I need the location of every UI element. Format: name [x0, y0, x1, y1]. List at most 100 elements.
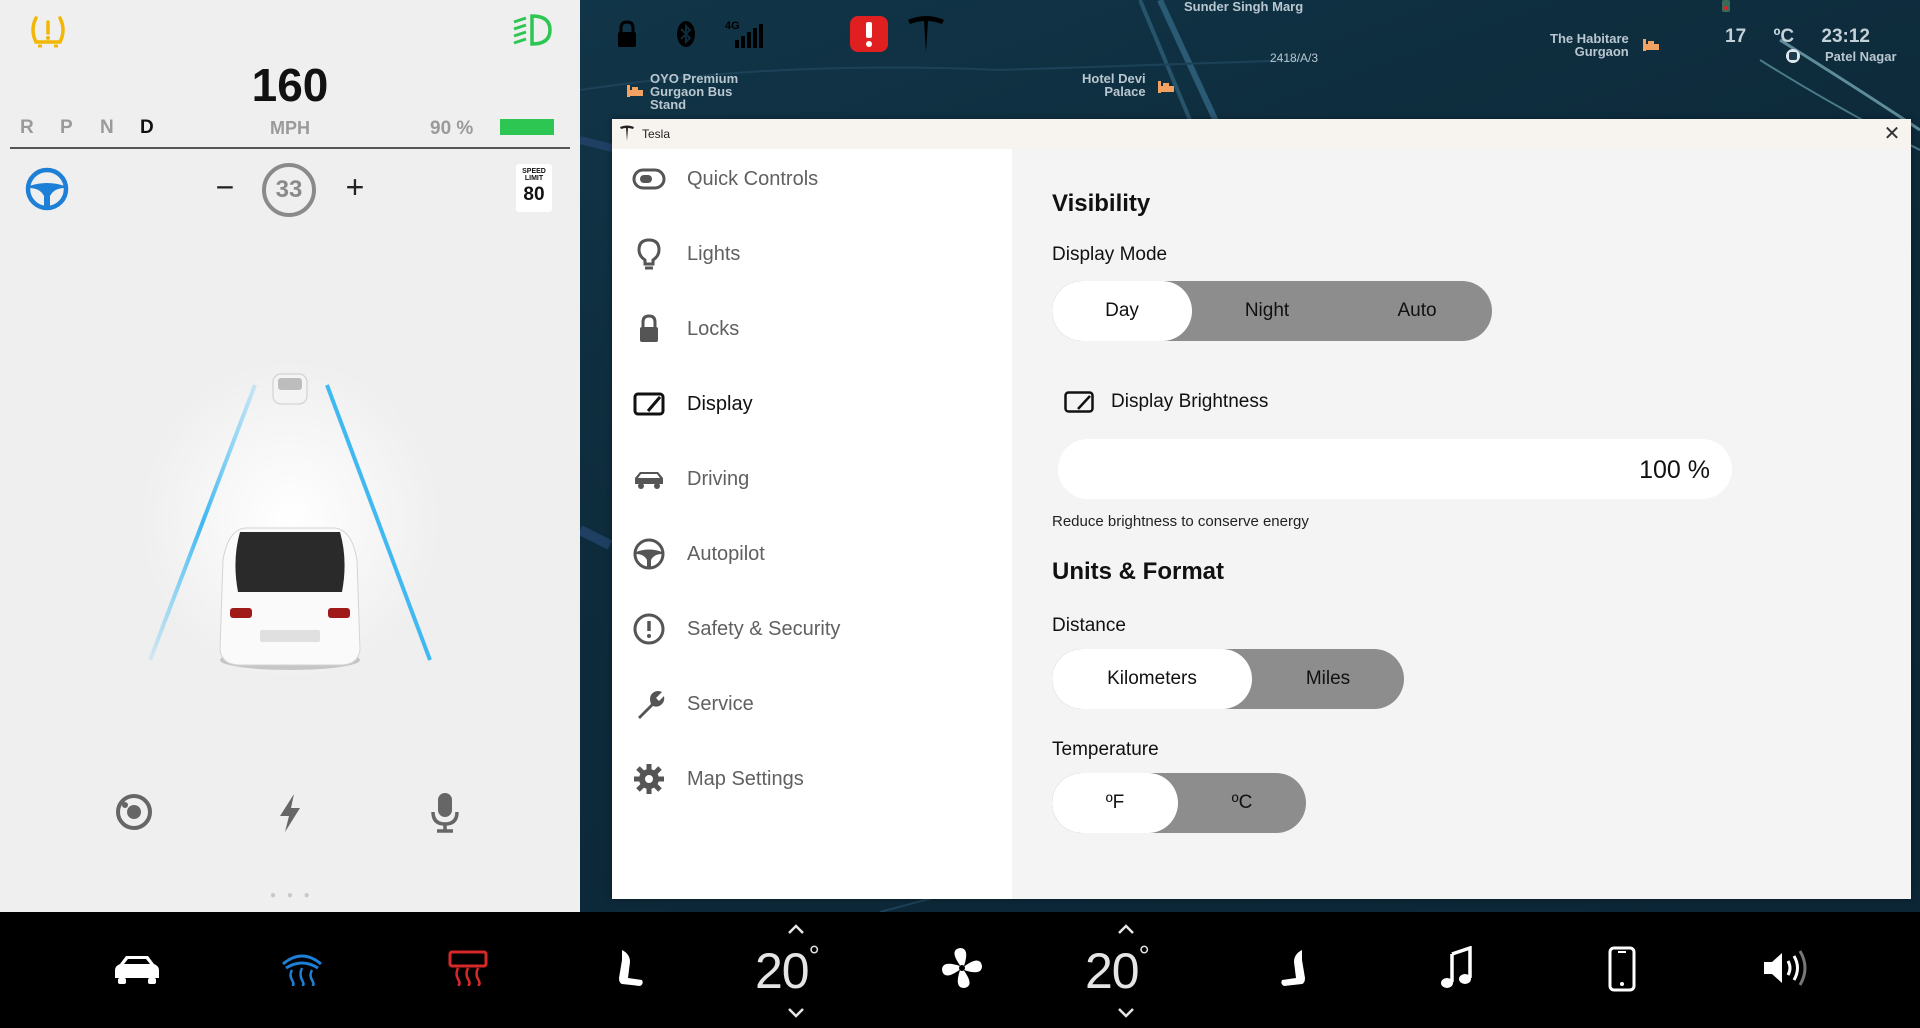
driver-temperature-value: 20 — [755, 943, 810, 999]
traffic-light-icon — [1722, 0, 1730, 12]
divider — [10, 147, 570, 149]
sidebar-item-label: Service — [687, 693, 754, 715]
instrument-cluster: 160 RPND MPH 90 % − 33 + SPEED LIMIT 80 — [0, 0, 580, 912]
speed-limit-sign: SPEED LIMIT 80 — [516, 164, 552, 212]
sidebar-item-label: Autopilot — [687, 543, 765, 565]
signal-icon — [735, 24, 763, 48]
window-titlebar[interactable]: Tesla ✕ — [612, 119, 1911, 149]
units-heading: Units & Format — [1052, 558, 1225, 585]
driver-temperature[interactable]: 20° — [755, 940, 820, 1000]
right-temp-down-chevron-icon[interactable] — [1117, 1008, 1135, 1018]
alert-icon — [633, 613, 665, 645]
rear-defrost-icon[interactable] — [448, 950, 488, 986]
display-icon — [633, 392, 665, 416]
lightbulb-icon — [637, 238, 661, 270]
speed-limit-caption-2: LIMIT — [524, 175, 544, 182]
passenger-temperature-value: 20 — [1085, 943, 1140, 999]
clock: 23:12 — [1821, 26, 1870, 47]
sidebar-item-display[interactable]: Display — [612, 374, 1012, 434]
seat-heater-left-icon[interactable] — [616, 948, 646, 988]
music-icon[interactable] — [1440, 946, 1474, 990]
sidebar-item-quick-controls[interactable]: Quick Controls — [612, 149, 1012, 209]
distance-label: Distance — [1052, 615, 1126, 636]
display-mode-auto[interactable]: Auto — [1342, 281, 1492, 341]
sidebar-item-label: Locks — [687, 318, 740, 340]
bluetooth-icon[interactable] — [676, 20, 696, 48]
lock-icon — [640, 314, 658, 342]
distance-kilometers[interactable]: Kilometers — [1052, 649, 1252, 709]
map-poi-habitare[interactable]: The Habitare Gurgaon — [1550, 32, 1629, 58]
settings-window: Tesla ✕ Quick Controls Lights Locks Disp… — [612, 119, 1911, 899]
headlight-icon[interactable] — [510, 12, 554, 48]
camera-icon[interactable] — [114, 790, 154, 834]
microphone-icon[interactable] — [425, 790, 465, 834]
map-poi-oyo[interactable]: OYO Premium Gurgaon Bus Stand — [650, 72, 738, 111]
left-temp-down-chevron-icon[interactable] — [787, 1008, 805, 1018]
volume-icon[interactable] — [1762, 948, 1814, 988]
sidebar-item-label: Safety & Security — [687, 618, 841, 640]
wrench-icon — [638, 691, 665, 719]
lightning-icon[interactable] — [270, 790, 310, 834]
driver-temperature-degree: ° — [808, 940, 820, 971]
sidebar-item-label: Quick Controls — [687, 168, 819, 190]
sidebar-item-driving[interactable]: Driving — [612, 449, 1012, 509]
map-address-label: 2418/A/3 — [1270, 51, 1319, 65]
car-icon — [635, 472, 663, 489]
seat-heater-right-icon[interactable] — [1278, 948, 1308, 988]
speed-unit: MPH — [270, 118, 310, 138]
climate-bar: 20° 20° — [0, 912, 1920, 1028]
phone-icon[interactable] — [1608, 946, 1636, 992]
increase-speed-button[interactable]: + — [340, 171, 370, 206]
temperature-celsius[interactable]: ºC — [1178, 773, 1306, 833]
distance-selector: Kilometers Miles — [1052, 649, 1404, 709]
car-icon[interactable] — [112, 952, 162, 986]
hotel-icon — [1643, 39, 1659, 51]
set-speed-indicator: 33 — [262, 163, 316, 217]
outside-temperature: 17 ºC — [1725, 26, 1795, 47]
gear-icon — [634, 764, 664, 794]
sidebar-item-map-settings[interactable]: Map Settings — [612, 749, 1012, 809]
lock-icon[interactable] — [616, 20, 638, 48]
distance-miles[interactable]: Miles — [1252, 649, 1404, 709]
sidebar-item-label: Map Settings — [687, 768, 804, 790]
window-title: Tesla — [642, 127, 671, 141]
sidebar-item-lights[interactable]: Lights — [612, 224, 1012, 284]
temperature-fahrenheit[interactable]: ºF — [1052, 773, 1178, 833]
decrease-speed-button[interactable]: − — [210, 171, 240, 206]
sidebar-item-label: Lights — [687, 243, 741, 265]
display-mode-night[interactable]: Night — [1192, 281, 1342, 341]
map-poi-patel-nagar[interactable]: Patel Nagar — [1825, 50, 1897, 63]
left-temp-up-chevron-icon[interactable] — [787, 924, 805, 934]
speed-readout: 160 — [251, 59, 329, 111]
brightness-label: Display Brightness — [1111, 391, 1269, 412]
tpms-warning-icon[interactable] — [28, 14, 68, 48]
fan-icon[interactable] — [940, 946, 984, 990]
temperature-time: 17 ºC 23:12 — [1725, 26, 1870, 48]
front-defrost-icon[interactable] — [280, 950, 324, 986]
tesla-logo-icon[interactable] — [906, 14, 946, 54]
settings-sidebar: Quick Controls Lights Locks Display Driv… — [612, 149, 1012, 899]
temperature-label: Temperature — [1052, 739, 1159, 760]
display-settings-panel: Visibility Display Mode Day Night Auto D… — [1012, 149, 1911, 899]
page-indicator: ● ● ● — [270, 890, 314, 901]
right-temp-up-chevron-icon[interactable] — [1117, 924, 1135, 934]
metro-icon — [1786, 49, 1800, 63]
passenger-temperature[interactable]: 20° — [1085, 940, 1150, 1000]
close-button[interactable]: ✕ — [1881, 123, 1903, 145]
sidebar-item-label: Display — [687, 393, 753, 415]
map-poi-hotel[interactable]: Hotel Devi Palace — [1082, 72, 1146, 98]
hotel-icon — [1158, 81, 1174, 93]
brightness-value: 100 % — [1639, 456, 1710, 484]
sidebar-item-safety-security[interactable]: Safety & Security — [612, 599, 1012, 659]
display-mode-day[interactable]: Day — [1052, 281, 1192, 341]
sidebar-item-service[interactable]: Service — [612, 674, 1012, 734]
display-mode-label: Display Mode — [1052, 244, 1168, 265]
brightness-slider[interactable]: 100 % — [1058, 439, 1732, 499]
steering-wheel-icon[interactable] — [24, 166, 70, 212]
alert-icon[interactable] — [850, 16, 888, 52]
tesla-logo-icon — [620, 125, 634, 141]
sidebar-item-autopilot[interactable]: Autopilot — [612, 524, 1012, 584]
hotel-icon — [627, 85, 643, 97]
sidebar-item-locks[interactable]: Locks — [612, 299, 1012, 359]
display-icon — [1064, 391, 1094, 413]
